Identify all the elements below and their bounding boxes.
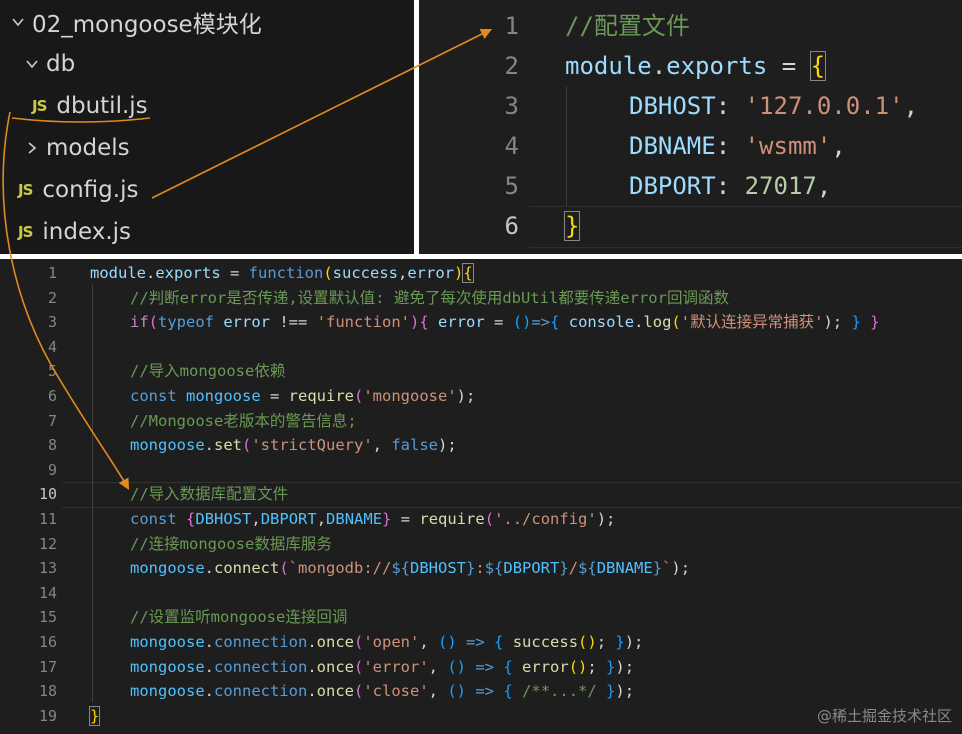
code-line: mongoose.connection.once('close', () => … bbox=[130, 682, 635, 701]
indent-guide bbox=[566, 86, 567, 206]
line-number: 16 bbox=[38, 633, 57, 651]
watermark: @稀土掘金技术社区 bbox=[816, 707, 952, 725]
tree-item-label: models bbox=[46, 135, 130, 161]
line-number: 14 bbox=[38, 583, 57, 602]
code-line: const {DBHOST,DBPORT,DBNAME} = require('… bbox=[130, 510, 616, 528]
code-line: if(typeof error !== 'function'){ error =… bbox=[130, 313, 880, 332]
line-number: 11 bbox=[38, 510, 57, 528]
code-line: //判断error是否传递,设置默认值: 避免了每次使用dbUtil都要传递er… bbox=[130, 288, 729, 307]
dbutil-editor[interactable]: 1 2 3 4 5 6 7 8 9 10 11 12 13 14 15 16 1… bbox=[0, 259, 962, 734]
line-number: 4 bbox=[47, 337, 57, 356]
line-number: 17 bbox=[38, 657, 57, 676]
tree-item-label: db bbox=[46, 51, 76, 77]
indent-guide bbox=[92, 284, 93, 702]
tree-item-label: index.js bbox=[42, 219, 131, 245]
tree-item-dbutil-file[interactable]: JS dbutil.js bbox=[32, 86, 148, 126]
line-number: 3 bbox=[47, 313, 57, 332]
javascript-file-icon: JS bbox=[18, 223, 33, 241]
line-number: 5 bbox=[47, 362, 57, 381]
tree-item-label: config.js bbox=[42, 177, 139, 203]
code-line: mongoose.connection.once('error', () => … bbox=[130, 657, 635, 676]
code-line: module.exports = function(success,error)… bbox=[90, 263, 474, 283]
code-line: DBNAME: 'wsmm', bbox=[629, 132, 846, 160]
line-number: 6 bbox=[47, 387, 57, 405]
chevron-down-icon bbox=[18, 56, 46, 72]
tree-item-db-folder[interactable]: db bbox=[18, 44, 75, 84]
line-number: 1 bbox=[47, 264, 57, 282]
tree-item-models-folder[interactable]: models bbox=[18, 128, 130, 168]
line-number: 19 bbox=[38, 706, 57, 725]
line-number-gutter: 1 2 3 4 5 6 bbox=[419, 0, 529, 254]
code-line: const mongoose = require('mongoose'); bbox=[130, 387, 476, 405]
line-number: 1 bbox=[504, 12, 519, 40]
code-line: //导入数据库配置文件 bbox=[130, 485, 289, 504]
config-editor[interactable]: 1 2 3 4 5 6 //配置文件 module.exports = { DB… bbox=[419, 0, 962, 254]
code-line: //连接mongoose数据库服务 bbox=[130, 534, 332, 553]
code-line: module.exports = { bbox=[565, 51, 827, 81]
javascript-file-icon: JS bbox=[18, 181, 33, 199]
line-number: 7 bbox=[47, 411, 57, 430]
tree-item-config-file[interactable]: JS config.js bbox=[18, 170, 138, 210]
javascript-file-icon: JS bbox=[32, 97, 47, 115]
code-line: //配置文件 bbox=[565, 12, 690, 40]
code-line: DBPORT: 27017, bbox=[629, 172, 832, 200]
tree-item-index-file[interactable]: JS index.js bbox=[18, 212, 131, 252]
code-line: } bbox=[88, 705, 101, 726]
line-number-active: 6 bbox=[504, 212, 519, 240]
line-number: 15 bbox=[38, 608, 57, 627]
tree-item-label: dbutil.js bbox=[56, 93, 148, 119]
line-number: 3 bbox=[504, 92, 519, 120]
line-number: 2 bbox=[504, 52, 519, 80]
line-number: 9 bbox=[47, 460, 57, 479]
file-explorer: 02_mongoose模块化 db JS dbutil.js models JS… bbox=[0, 0, 414, 254]
code-line: DBHOST: '127.0.0.1', bbox=[629, 92, 919, 120]
chevron-down-icon bbox=[4, 14, 32, 30]
line-number-active: 10 bbox=[38, 485, 57, 504]
code-line: //设置监听mongoose连接回调 bbox=[130, 608, 348, 627]
chevron-right-icon bbox=[18, 140, 46, 156]
code-line: //Mongoose老版本的警告信息; bbox=[130, 411, 357, 430]
tree-item-label: 02_mongoose模块化 bbox=[32, 12, 262, 38]
line-number: 18 bbox=[38, 682, 57, 701]
code-line: //导入mongoose依赖 bbox=[130, 362, 286, 381]
code-line: mongoose.connection.once('open', () => {… bbox=[130, 633, 644, 651]
line-number: 4 bbox=[504, 132, 519, 160]
line-number: 12 bbox=[38, 534, 57, 553]
code-line: } bbox=[563, 211, 581, 241]
line-number: 5 bbox=[504, 172, 519, 200]
code-line: mongoose.connect(`mongodb://${DBHOST}:${… bbox=[130, 559, 691, 578]
current-line-highlight bbox=[529, 206, 962, 248]
line-number: 13 bbox=[38, 559, 57, 578]
line-number: 8 bbox=[47, 436, 57, 455]
tree-item-root-folder[interactable]: 02_mongoose模块化 bbox=[4, 2, 262, 42]
code-line: mongoose.set('strictQuery', false); bbox=[130, 436, 457, 455]
line-number: 2 bbox=[47, 288, 57, 307]
